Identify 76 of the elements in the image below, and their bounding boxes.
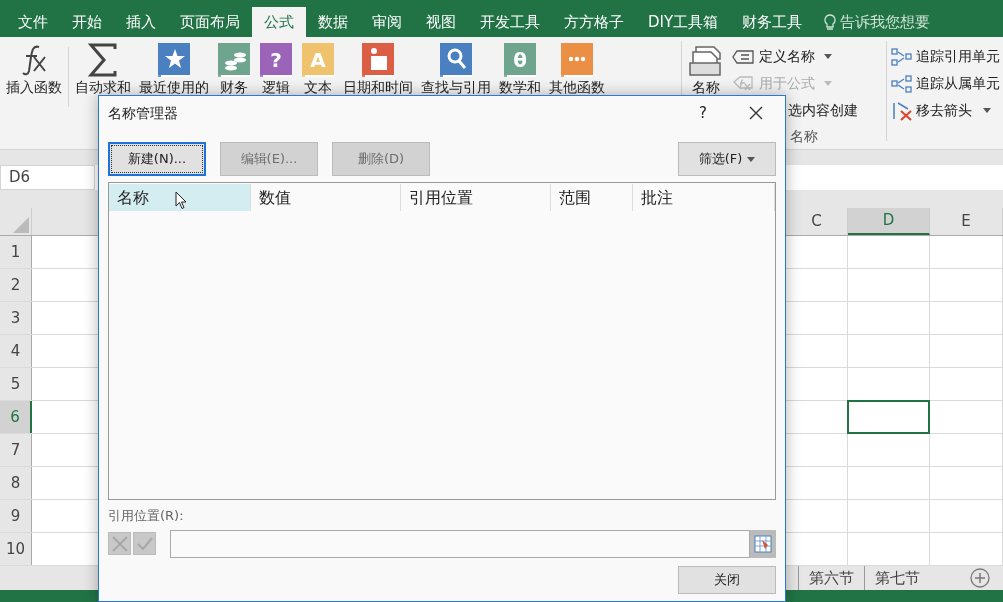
ribbon-menu-item[interactable]: 选内容创建 [732, 97, 884, 124]
caret-icon [824, 54, 832, 59]
reference-field[interactable] [170, 529, 750, 558]
function-icon [19, 43, 49, 77]
row-header[interactable]: 3 [0, 302, 32, 334]
sigma-icon [87, 43, 119, 77]
range-picker-icon [754, 534, 772, 553]
column-header[interactable]: E [930, 208, 1003, 235]
row-header[interactable]: 6 [0, 401, 32, 433]
close-icon [749, 106, 763, 120]
row-header[interactable]: 2 [0, 269, 32, 301]
list-column-header[interactable]: 数值 [251, 184, 401, 211]
ribbon-menu-item[interactable]: 定义名称 [732, 43, 884, 70]
trace-arrows-icon [891, 74, 913, 93]
ribbon-tab[interactable]: 公式 [252, 7, 306, 37]
dialog-title: 名称管理器 [108, 103, 178, 123]
ribbon-menu-item[interactable]: 追踪从属单元 [891, 70, 1003, 97]
add-sheet-icon[interactable] [970, 568, 990, 588]
ribbon-menu-item[interactable]: 追踪引用单元 [891, 43, 1003, 70]
ribbon-menu-item[interactable]: 移去箭头 [891, 97, 1003, 124]
filter-button[interactable]: 筛选(F) [678, 142, 776, 176]
list-column-header[interactable]: 批注 [633, 184, 775, 211]
row-header[interactable]: 4 [0, 335, 32, 367]
book-icon: ? [259, 43, 293, 77]
list-column-header[interactable]: 名称 [109, 184, 251, 211]
dialog-button[interactable]: 新建(N)... [108, 142, 206, 176]
ribbon-button[interactable]: 名称 [684, 37, 728, 97]
column-header[interactable]: D [848, 208, 930, 235]
book-icon: A [301, 43, 335, 77]
row-header[interactable]: 10 [0, 533, 32, 565]
check-icon [136, 536, 153, 551]
help-button[interactable]: ? [688, 98, 718, 128]
cross-icon [111, 535, 128, 552]
ribbon-tab[interactable]: 开始 [60, 7, 114, 37]
ribbon-button[interactable]: 插入函数 [2, 37, 66, 97]
name-tags-icon [688, 43, 724, 77]
row-header[interactable]: 5 [0, 368, 32, 400]
remove-arrows-icon [891, 100, 913, 121]
ribbon-tab[interactable]: 方方格子 [552, 7, 636, 37]
pointer-cursor-icon [175, 191, 187, 210]
row-header[interactable]: 8 [0, 467, 32, 499]
group-label: 名称 [789, 127, 819, 146]
ribbon-tab[interactable]: 开发工具 [468, 7, 552, 37]
ribbon-tab[interactable]: 文件 [6, 7, 60, 37]
ribbon-tab[interactable]: 财务工具 [730, 7, 815, 37]
active-cell[interactable] [847, 400, 930, 434]
row-header[interactable]: 7 [0, 434, 32, 466]
tell-me-field[interactable]: 告诉我您想要 [840, 10, 941, 34]
name-box[interactable]: D6 [0, 165, 95, 190]
reference-label: 引用位置(R): [108, 507, 185, 525]
tag-icon [732, 49, 754, 64]
book-icon: θ [503, 43, 537, 77]
ribbon-button[interactable]: ? 逻辑 [255, 37, 297, 97]
trace-arrows-icon [891, 47, 913, 66]
ribbon-tab[interactable]: 页面布局 [168, 7, 252, 37]
caret-icon [983, 108, 991, 113]
ribbon-button[interactable]: 自动求和 [71, 37, 135, 97]
caret-icon [747, 156, 756, 162]
ribbon-button[interactable]: θ 数学和 [495, 37, 545, 97]
ribbon-tab[interactable]: 审阅 [360, 7, 414, 37]
ribbon-tab[interactable]: 视图 [414, 7, 468, 37]
row-header[interactable]: 1 [0, 236, 32, 268]
dialog-close-button[interactable]: 关闭 [678, 565, 776, 594]
ribbon-tab[interactable]: 插入 [114, 7, 168, 37]
ribbon-button[interactable]: 财务 [213, 37, 255, 97]
ribbon-tab[interactable]: DIY工具箱 [636, 7, 731, 37]
list-column-header[interactable]: 范围 [551, 184, 633, 211]
ribbon-tab[interactable]: 数据 [306, 7, 360, 37]
list-column-header[interactable]: 引用位置 [401, 184, 551, 211]
ribbon-button[interactable]: A 文本 [297, 37, 339, 97]
row-header[interactable]: 9 [0, 500, 32, 532]
lightbulb-icon [824, 13, 837, 31]
select-all-icon[interactable] [13, 217, 29, 233]
range-picker-button[interactable] [750, 529, 776, 558]
caret-icon [824, 81, 832, 86]
function-icon [732, 75, 754, 92]
